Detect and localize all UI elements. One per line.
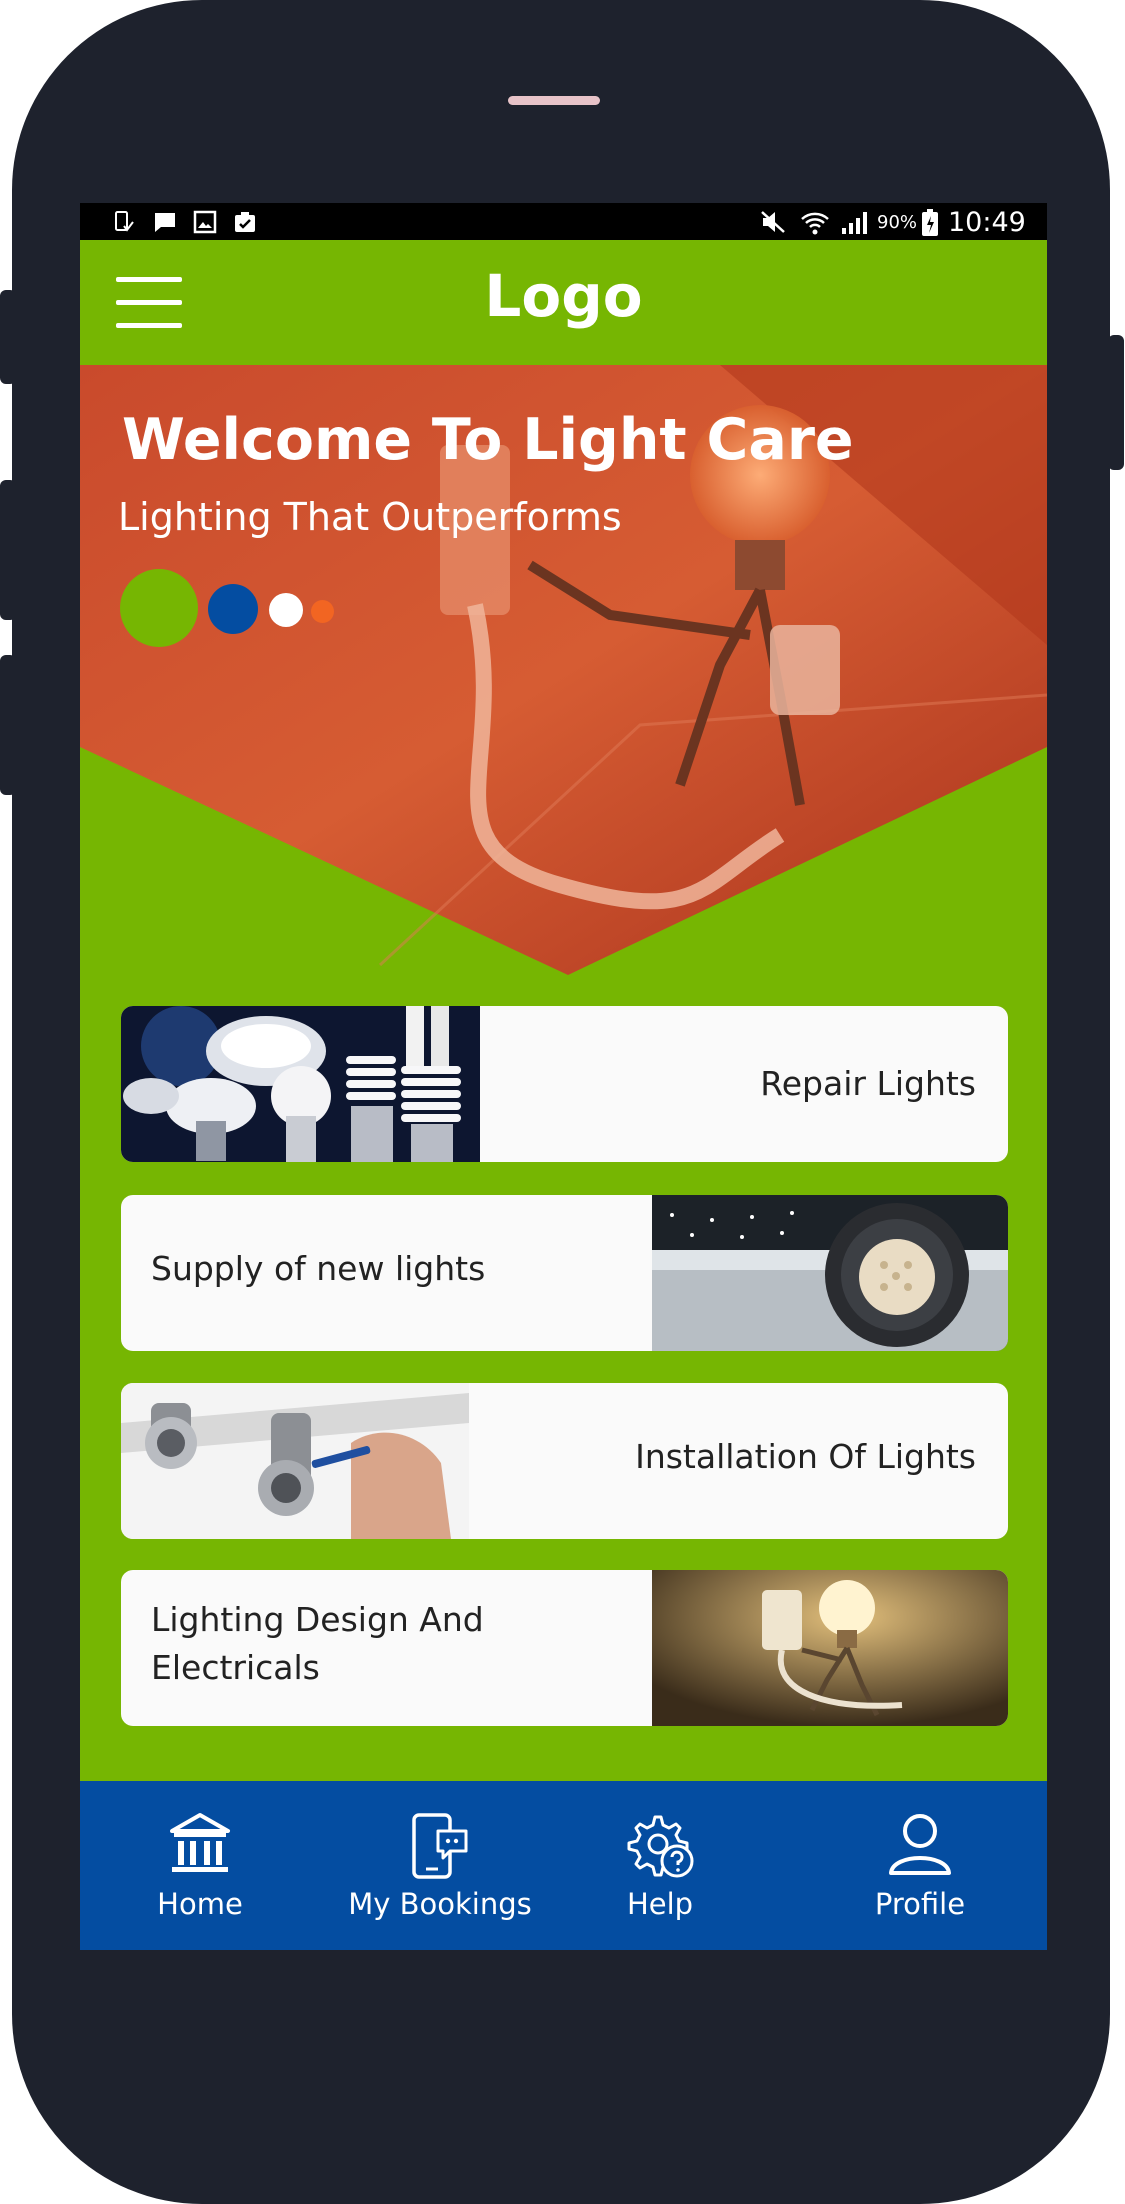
service-card-supply-new-lights[interactable]: Supply of new lights xyxy=(121,1195,1008,1351)
nav-home[interactable]: Home xyxy=(120,1781,280,1950)
nav-my-bookings[interactable]: My Bookings xyxy=(340,1781,540,1950)
gear-question-icon xyxy=(627,1815,694,1878)
app-bar: Logo xyxy=(80,240,1047,365)
user-icon xyxy=(889,1814,951,1875)
hero-title: Welcome To Light Care xyxy=(122,407,854,473)
battery-icon xyxy=(922,209,938,236)
carousel-dot-2[interactable] xyxy=(208,584,258,634)
nav-profile[interactable]: Profile xyxy=(840,1781,1000,1950)
mute-icon xyxy=(761,211,785,233)
wifi-icon xyxy=(801,212,829,235)
phone-speaker xyxy=(508,96,600,105)
bank-icon xyxy=(170,1813,230,1872)
service-label: Installation Of Lights xyxy=(635,1437,976,1476)
service-label: Repair Lights xyxy=(760,1064,976,1103)
carousel-dot-4[interactable] xyxy=(311,600,334,623)
status-bar: 90% 10:49 xyxy=(80,203,1047,240)
service-card-installation-of-lights[interactable]: Installation Of Lights xyxy=(121,1383,1008,1539)
battery-percent: 90% xyxy=(877,212,918,233)
side-button-left-1 xyxy=(0,290,16,384)
phone-chat-icon xyxy=(412,1813,468,1879)
hero-subtitle: Lighting That Outperforms xyxy=(118,495,622,539)
bulb-robot-image xyxy=(652,1570,1008,1726)
spotlight-installation-image xyxy=(121,1383,469,1539)
warehouse-high-bay-light-image xyxy=(652,1195,1008,1351)
bottom-navigation: Home My Bookings Help Profile xyxy=(80,1781,1047,1950)
nav-help[interactable]: Help xyxy=(600,1781,720,1950)
clipboard-check-icon xyxy=(235,212,255,232)
service-card-repair-lights[interactable]: Repair Lights xyxy=(121,1006,1008,1162)
hero-banner: Welcome To Light Care Lighting That Outp… xyxy=(80,365,1047,975)
carousel-dot-1[interactable] xyxy=(120,569,198,647)
side-button-left-3 xyxy=(0,655,16,795)
message-icon xyxy=(155,213,175,232)
assorted-bulbs-image xyxy=(121,1006,480,1162)
image-icon xyxy=(193,210,217,234)
service-card-lighting-design[interactable]: Lighting Design And Electricals xyxy=(121,1570,1008,1726)
clock: 10:49 xyxy=(948,207,1026,238)
nav-label: Home xyxy=(157,1887,243,1921)
nav-label: My Bookings xyxy=(348,1887,532,1921)
side-button-right xyxy=(1108,335,1124,470)
side-button-left-2 xyxy=(0,480,16,620)
screenshot-icon xyxy=(115,211,134,232)
carousel-dot-3[interactable] xyxy=(269,593,303,627)
signal-icon xyxy=(842,212,867,234)
service-label: Lighting Design And Electricals xyxy=(151,1600,484,1687)
nav-label: Help xyxy=(626,1887,694,1921)
app-logo: Logo xyxy=(484,262,643,330)
app-screen: 90% 10:49 Logo Welcome To Light Care Lig… xyxy=(80,203,1047,1950)
service-label: Supply of new lights xyxy=(151,1249,486,1288)
nav-label: Profile xyxy=(874,1887,966,1921)
